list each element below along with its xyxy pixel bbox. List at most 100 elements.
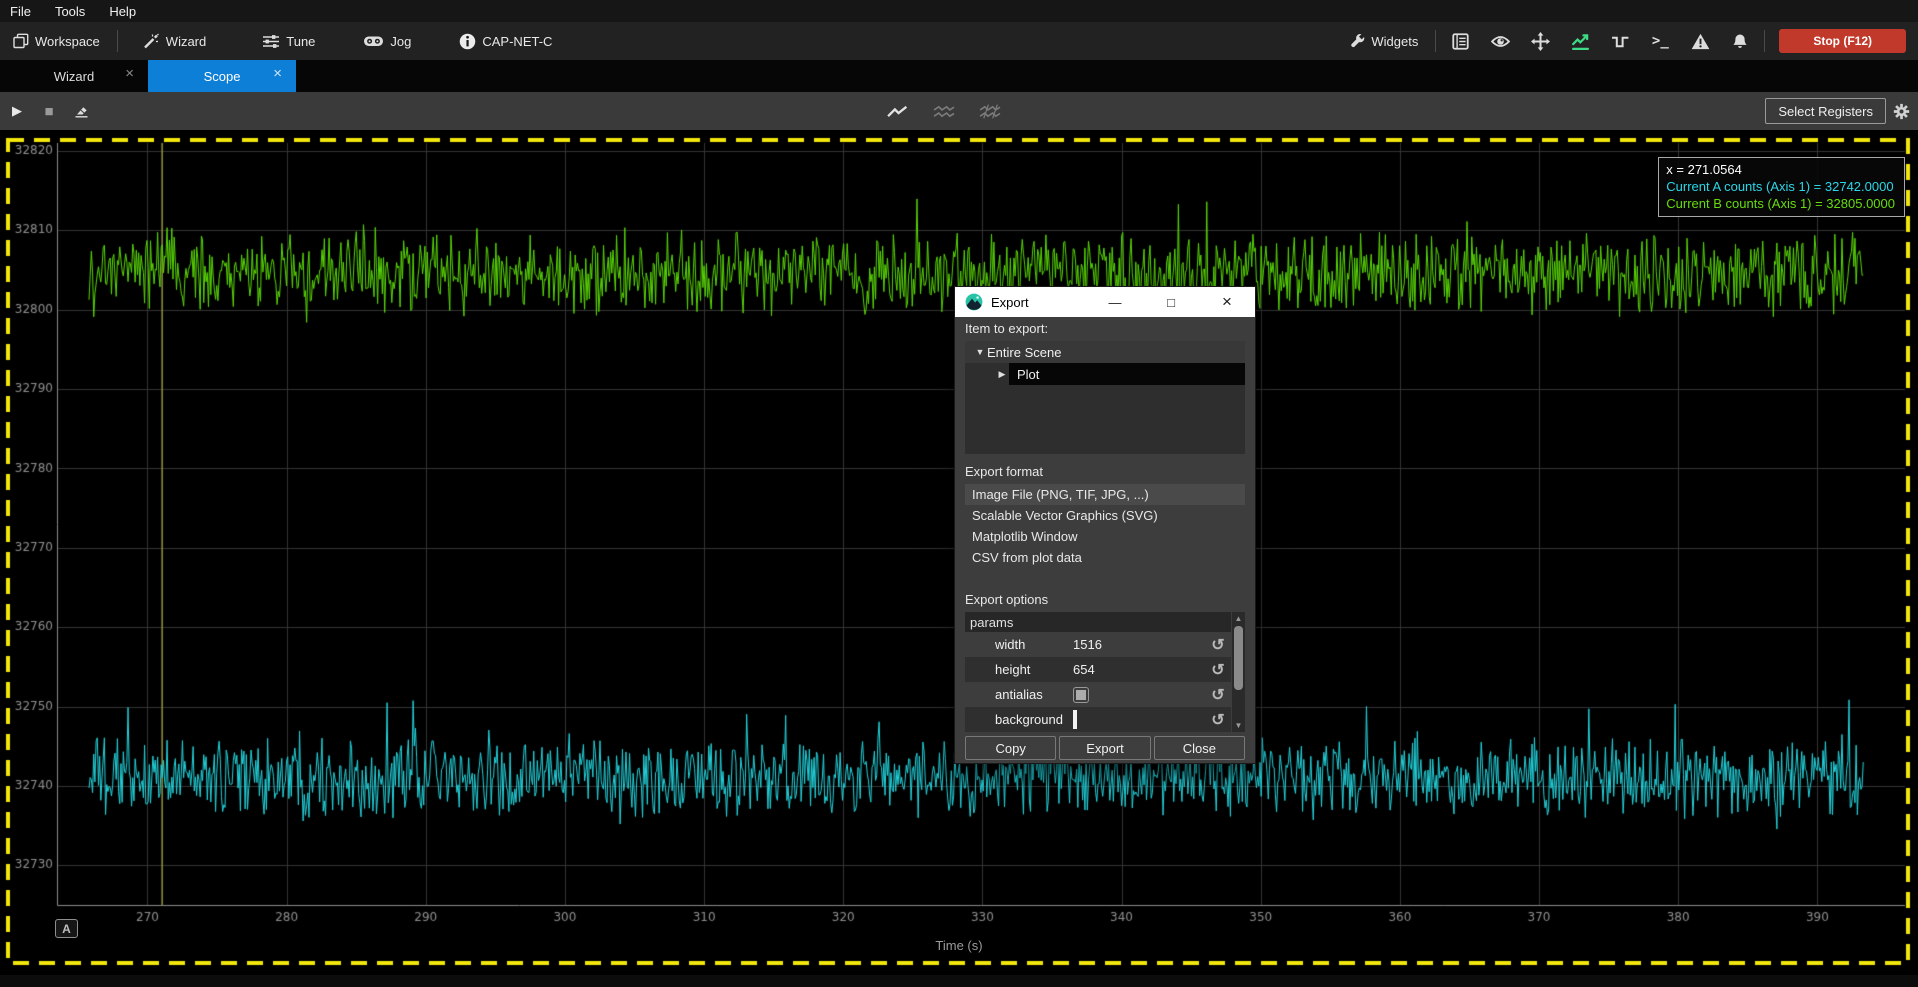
gamepad-icon xyxy=(363,34,384,48)
maximize-icon[interactable]: □ xyxy=(1143,287,1199,317)
param-name: width xyxy=(965,637,1069,652)
toolbar-left-group: Workspace Wizard Tune Jog xyxy=(0,22,565,60)
play-button[interactable]: ▶ xyxy=(2,97,32,125)
double-zigzag-icon xyxy=(932,104,955,119)
clear-button[interactable] xyxy=(66,97,96,125)
format-option-svg[interactable]: Scalable Vector Graphics (SVG) xyxy=(965,505,1245,526)
autorange-button[interactable]: A xyxy=(55,919,78,938)
checkbox-fill xyxy=(1076,690,1086,700)
stop-capture-button[interactable]: ■ xyxy=(34,97,64,125)
antialias-checkbox[interactable] xyxy=(1073,687,1089,703)
tab-bar: Wizard × Scope × xyxy=(0,60,1918,92)
param-row-height: height 654 ↺ xyxy=(965,657,1231,682)
minimize-icon[interactable]: — xyxy=(1087,287,1143,317)
workspace-icon xyxy=(13,33,29,49)
move-view-button[interactable] xyxy=(1520,22,1560,60)
close-icon[interactable]: × xyxy=(273,65,282,82)
undo-icon[interactable]: ↺ xyxy=(1205,635,1231,655)
x-axis-label: Time (s) xyxy=(0,938,1918,953)
move-icon xyxy=(1531,32,1550,51)
scope-settings-button[interactable] xyxy=(1888,98,1914,124)
format-option-csv[interactable]: CSV from plot data xyxy=(965,547,1245,568)
widgets-button[interactable]: Widgets xyxy=(1337,22,1431,60)
legend-series-b: Current B counts (Axis 1) = 32805.0000 xyxy=(1666,195,1895,212)
scope-toolbar: ▶ ■ xyxy=(0,92,1918,130)
tree-item-plot[interactable]: ▶ Plot xyxy=(965,363,1245,385)
copy-button[interactable]: Copy xyxy=(965,736,1056,760)
device-button[interactable]: CAP-NET-C xyxy=(446,22,565,60)
notifications-button[interactable] xyxy=(1720,22,1760,60)
export-button[interactable]: Export xyxy=(1059,736,1150,760)
multi-trace-button[interactable] xyxy=(928,97,958,125)
tune-button[interactable]: Tune xyxy=(249,22,328,60)
wand-icon xyxy=(143,33,160,49)
terminal-view-button[interactable]: >_ xyxy=(1640,22,1680,60)
export-params-table: params width 1516 ↺ height 654 ↺ antiali… xyxy=(965,612,1245,732)
undo-icon[interactable]: ↺ xyxy=(1205,660,1231,680)
tree-item-label-selected: Plot xyxy=(1009,363,1245,385)
tab-wizard[interactable]: Wizard × xyxy=(0,60,148,92)
undo-icon[interactable]: ↺ xyxy=(1205,685,1231,705)
scroll-up-icon[interactable]: ▲ xyxy=(1232,612,1245,625)
info-icon xyxy=(459,33,476,50)
stop-button[interactable]: Stop (F12) xyxy=(1779,29,1906,53)
background-color-swatch[interactable] xyxy=(1073,710,1077,729)
eraser-icon xyxy=(73,103,90,119)
params-header[interactable]: params xyxy=(965,612,1231,632)
close-icon[interactable]: × xyxy=(125,65,134,82)
menu-bar: File Tools Help xyxy=(0,0,1918,22)
chevron-right-icon[interactable]: ▶ xyxy=(995,369,1009,380)
export-format-label: Export format xyxy=(965,464,1245,482)
legend-cursor-value: x = 271.0564 xyxy=(1666,161,1895,178)
undo-icon[interactable]: ↺ xyxy=(1205,710,1231,730)
tree-item-entire-scene[interactable]: ▼ Entire Scene xyxy=(965,341,1245,363)
params-scrollbar[interactable]: ▲ ▼ xyxy=(1232,612,1245,732)
chevron-down-icon[interactable]: ▼ xyxy=(973,347,987,357)
menu-tools[interactable]: Tools xyxy=(43,2,97,21)
export-dialog-title: Export xyxy=(991,295,1087,310)
registers-view-button[interactable] xyxy=(1440,22,1480,60)
events-view-button[interactable] xyxy=(1680,22,1720,60)
export-dialog-buttons: Copy Export Close xyxy=(965,736,1245,760)
format-option-matplotlib[interactable]: Matplotlib Window xyxy=(965,526,1245,547)
scroll-down-icon[interactable]: ▼ xyxy=(1232,719,1245,732)
select-registers-button[interactable]: Select Registers xyxy=(1765,98,1886,124)
single-trace-button[interactable] xyxy=(882,97,912,125)
zigzag-icon xyxy=(886,104,909,119)
crossed-zigzag-icon xyxy=(978,104,1001,119)
scrollbar-thumb[interactable] xyxy=(1234,626,1243,690)
format-option-image[interactable]: Image File (PNG, TIF, JPG, ...) xyxy=(965,484,1245,505)
param-row-background: background ↺ xyxy=(965,707,1231,732)
export-options-label: Export options xyxy=(965,592,1245,610)
export-dialog-body: Item to export: ▼ Entire Scene ▶ Plot Ex… xyxy=(955,317,1255,766)
tab-wizard-label: Wizard xyxy=(54,69,94,84)
export-format-list: Image File (PNG, TIF, JPG, ...) Scalable… xyxy=(965,484,1245,568)
param-name: height xyxy=(965,662,1069,677)
tab-scope[interactable]: Scope × xyxy=(148,60,296,92)
param-height-value[interactable]: 654 xyxy=(1069,662,1205,677)
close-icon[interactable]: × xyxy=(1199,287,1255,317)
wizard-button[interactable]: Wizard xyxy=(130,22,219,60)
watch-view-button[interactable] xyxy=(1480,22,1520,60)
param-row-width: width 1516 ↺ xyxy=(965,632,1231,657)
legend-series-a: Current A counts (Axis 1) = 32742.0000 xyxy=(1666,178,1895,195)
application-window: File Tools Help Workspace Wizard xyxy=(0,0,1918,987)
param-antialias-cell xyxy=(1069,687,1205,703)
workspace-button[interactable]: Workspace xyxy=(0,22,113,60)
export-dialog: Export — □ × Item to export: ▼ Entire Sc… xyxy=(955,287,1255,763)
tree-item-label: Entire Scene xyxy=(987,345,1061,360)
trace-mode-group xyxy=(882,92,1004,130)
menu-help[interactable]: Help xyxy=(97,2,148,21)
export-dialog-titlebar[interactable]: Export — □ × xyxy=(955,287,1255,317)
menu-file[interactable]: File xyxy=(0,2,43,21)
close-button[interactable]: Close xyxy=(1154,736,1245,760)
scope-view-button[interactable] xyxy=(1560,22,1600,60)
registers-icon xyxy=(1452,33,1469,50)
overlay-trace-button[interactable] xyxy=(974,97,1004,125)
jog-button[interactable]: Jog xyxy=(350,22,424,60)
widgets-label: Widgets xyxy=(1371,34,1418,49)
param-width-value[interactable]: 1516 xyxy=(1069,637,1205,652)
device-label: CAP-NET-C xyxy=(482,34,552,49)
scope-plot-area: x = 271.0564 Current A counts (Axis 1) =… xyxy=(0,130,1918,987)
signal-view-button[interactable] xyxy=(1600,22,1640,60)
